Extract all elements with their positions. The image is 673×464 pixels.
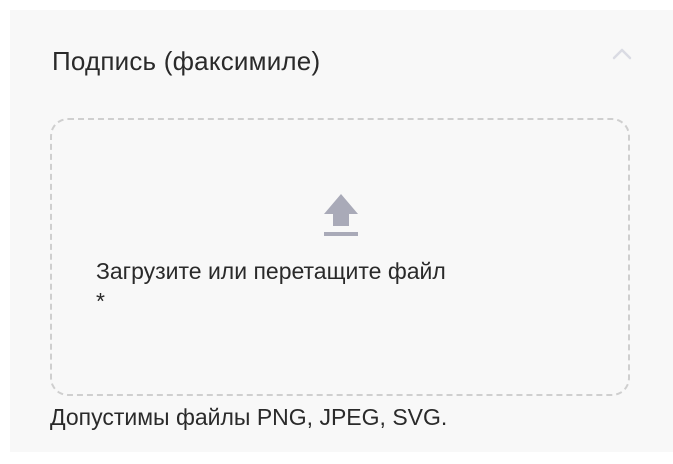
collapse-button[interactable] xyxy=(608,40,636,68)
upload-icon xyxy=(318,188,364,240)
file-dropzone[interactable]: Загрузите или перетащите файл * xyxy=(50,118,630,396)
signature-section: Подпись (факсимиле) Загрузите или перета… xyxy=(10,10,673,452)
section-title: Подпись (факсимиле) xyxy=(52,46,321,76)
required-mark: * xyxy=(96,288,105,314)
dropzone-label: Загрузите или перетащите файл xyxy=(96,258,446,284)
allowed-formats-hint: Допустимы файлы PNG, JPEG, SVG. xyxy=(50,404,448,430)
chevron-up-icon xyxy=(610,46,634,62)
